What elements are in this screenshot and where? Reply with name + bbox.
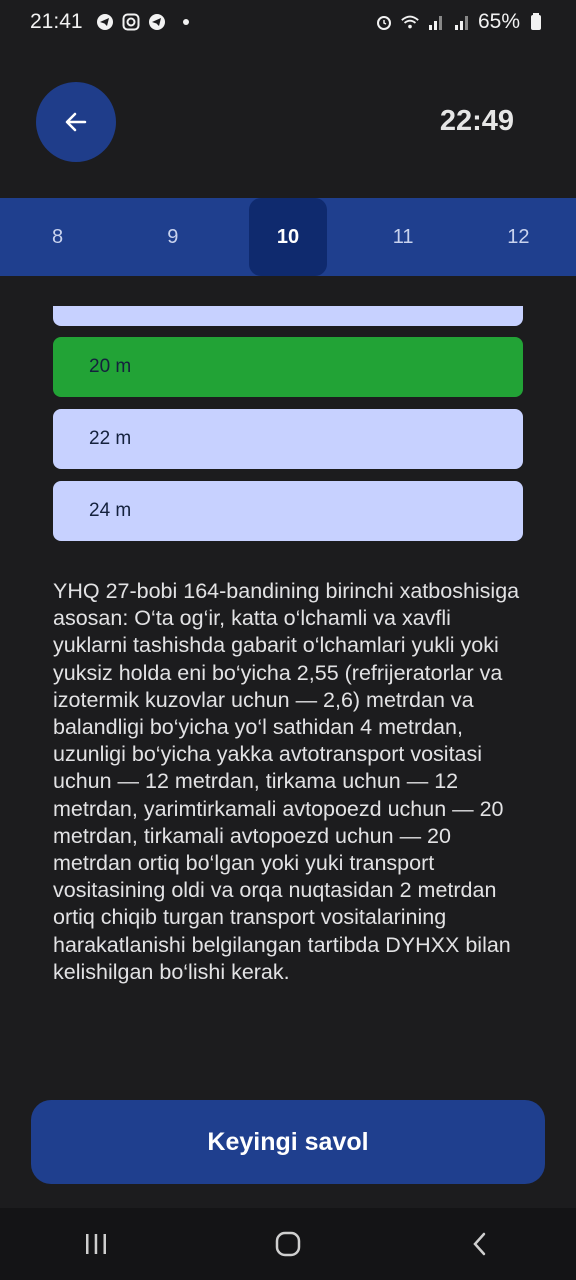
instagram-icon: [121, 12, 141, 32]
signal-icon: [452, 12, 472, 32]
home-button[interactable]: [258, 1214, 318, 1274]
status-bar: 21:41 65%: [0, 0, 576, 44]
telegram-icon: [147, 12, 167, 32]
answer-option-correct[interactable]: 20 m: [53, 337, 523, 397]
battery-percent: 65%: [477, 10, 520, 33]
recent-apps-icon: [86, 1234, 106, 1254]
system-nav-bar: [0, 1208, 576, 1280]
battery-icon: [526, 12, 546, 32]
explanation-text: YHQ 27-bobi 164-bandining birinchi xatbo…: [53, 579, 520, 984]
tab-question-11[interactable]: 11: [364, 198, 442, 276]
answer-option[interactable]: 22 m: [53, 409, 523, 469]
arrow-left-icon: [65, 112, 87, 132]
status-time: 21:41: [30, 10, 83, 33]
wifi-icon: [400, 12, 420, 32]
notification-dot: [182, 19, 189, 25]
tab-question-10[interactable]: 10: [248, 198, 327, 276]
back-nav-button[interactable]: [450, 1214, 510, 1274]
tab-question-8[interactable]: 8: [19, 198, 97, 276]
answer-option-partial[interactable]: [53, 306, 523, 326]
question-tabs: 8 9 10 11 12: [0, 198, 576, 276]
tab-question-9[interactable]: 9: [134, 198, 212, 276]
telegram-icon: [95, 12, 115, 32]
signal-icon: [426, 12, 446, 32]
home-icon: [275, 1231, 301, 1257]
timer: 22:49: [439, 105, 514, 137]
alarm-icon: [374, 12, 394, 32]
tab-question-12[interactable]: 12: [479, 198, 557, 276]
answer-option[interactable]: 24 m: [53, 481, 523, 541]
recent-apps-button[interactable]: [66, 1214, 126, 1274]
back-button[interactable]: [36, 82, 116, 162]
next-question-button[interactable]: Keyingi savol: [31, 1100, 545, 1184]
chevron-left-icon: [473, 1232, 486, 1256]
